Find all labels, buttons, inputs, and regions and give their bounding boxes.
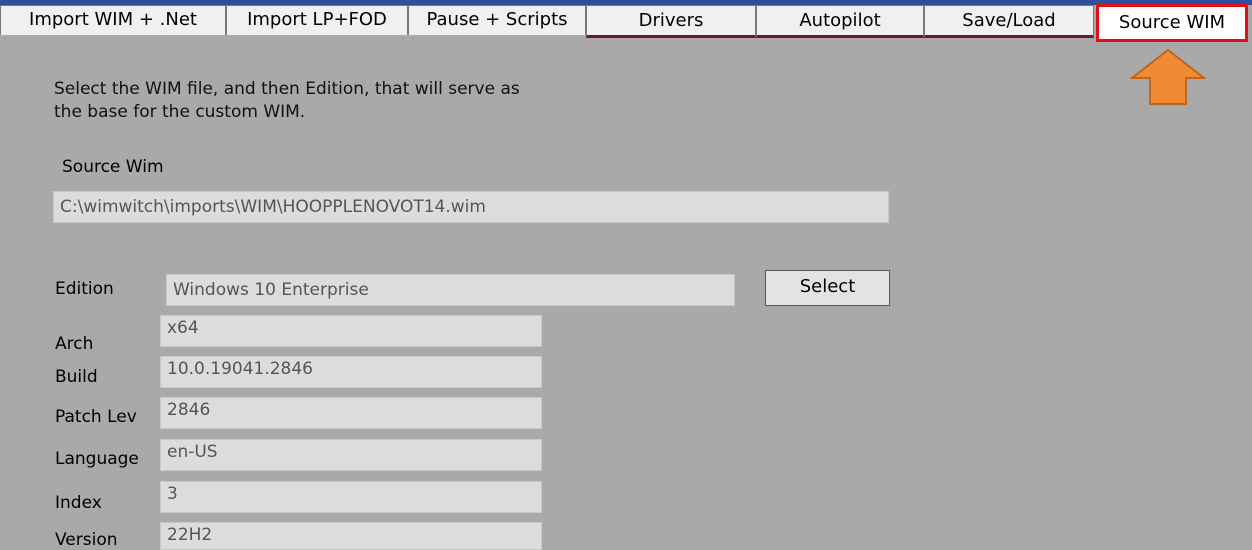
build-label: Build <box>55 367 98 387</box>
edition-label: Edition <box>55 279 114 299</box>
language-field[interactable]: en-US <box>160 439 542 471</box>
instructions-text: Select the WIM file, and then Edition, t… <box>54 78 654 124</box>
version-field[interactable]: 22H2 <box>160 522 542 550</box>
patch-level-label: Patch Lev <box>55 407 137 427</box>
highlight-arrow-icon <box>1130 48 1206 105</box>
build-field[interactable]: 10.0.19041.2846 <box>160 356 542 388</box>
source-wim-path-field[interactable]: C:\wimwitch\imports\WIM\HOOPPLENOVOT14.w… <box>53 191 889 223</box>
instructions-line-2: the base for the custom WIM. <box>54 102 306 122</box>
tab-source-wim[interactable]: Source WIM <box>1096 4 1248 42</box>
tab-drivers[interactable]: Drivers <box>586 5 756 38</box>
source-wim-label: Source Wim <box>62 157 164 177</box>
arch-label: Arch <box>55 334 94 354</box>
edition-field[interactable]: Windows 10 Enterprise <box>166 274 735 306</box>
select-button[interactable]: Select <box>765 270 890 306</box>
tab-import-lp-fod[interactable]: Import LP+FOD <box>226 5 408 35</box>
instructions-line-1: Select the WIM file, and then Edition, t… <box>54 79 520 99</box>
patch-level-field[interactable]: 2846 <box>160 397 542 429</box>
language-label: Language <box>55 449 139 469</box>
tab-pause-scripts[interactable]: Pause + Scripts <box>408 5 586 35</box>
index-label: Index <box>55 493 102 513</box>
tab-import-wim-net[interactable]: Import WIM + .Net <box>0 5 226 35</box>
tab-save-load[interactable]: Save/Load <box>924 5 1094 38</box>
index-field[interactable]: 3 <box>160 481 542 513</box>
arch-field[interactable]: x64 <box>160 315 542 347</box>
version-label: Version <box>55 530 118 550</box>
tab-autopilot[interactable]: Autopilot <box>756 5 924 38</box>
tab-bar: Import WIM + .Net Import LP+FOD Pause + … <box>0 4 1252 42</box>
